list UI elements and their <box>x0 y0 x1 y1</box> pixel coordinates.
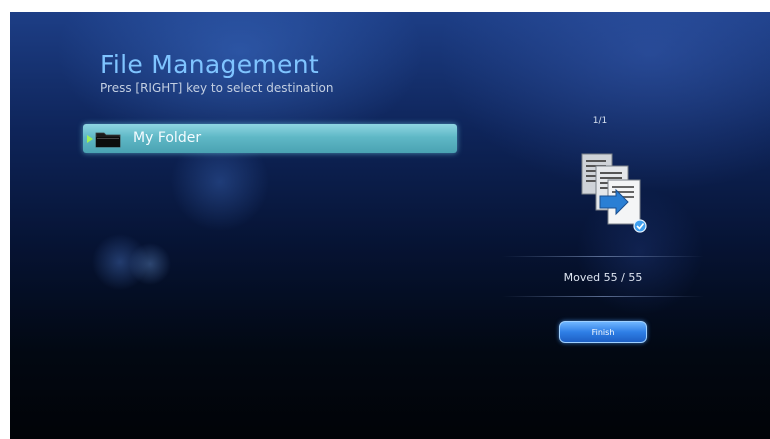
folder-icon <box>95 132 121 148</box>
folder-label: My Folder <box>133 130 202 146</box>
file-management-screen: File Management Press [RIGHT] key to sel… <box>10 12 770 439</box>
page-title: File Management <box>100 50 319 79</box>
divider-bottom <box>502 296 704 297</box>
finish-button[interactable]: Finish <box>559 321 647 343</box>
folder-list-item[interactable]: My Folder <box>83 124 457 153</box>
page-indicator: 1/1 <box>592 116 608 126</box>
selection-arrow-icon <box>87 135 93 143</box>
instruction-text: Press [RIGHT] key to select destination <box>100 81 334 95</box>
documents-moved-icon <box>581 153 647 233</box>
divider-top <box>502 256 704 257</box>
move-status: Moved 55 / 55 <box>563 271 643 284</box>
